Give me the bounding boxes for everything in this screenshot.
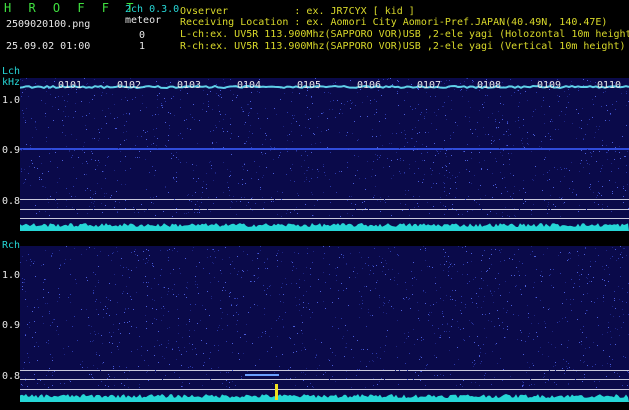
lch-time-0110: 0110 — [597, 80, 622, 91]
rch-label: Rch — [2, 240, 21, 251]
lch-noise-layer — [20, 78, 629, 231]
lch-label: Lch — [2, 66, 21, 77]
rch-tick-0-8: 0.8 — [2, 371, 21, 382]
lch-tick-0-8: 0.8 — [2, 196, 21, 207]
lch-time-0106: 0106 — [357, 80, 382, 91]
location-line: Receiving Location : ex. Aomori City Aom… — [180, 17, 608, 28]
lch-time-0109: 0109 — [537, 80, 562, 91]
lch-tick-0-9: 0.9 — [2, 145, 21, 156]
lch-time-0102: 0102 — [117, 80, 142, 91]
meteor-r-count: 1 — [139, 41, 146, 52]
lch-time-0103: 0103 — [177, 80, 202, 91]
rch-tick-1-0: 1.0 — [2, 270, 21, 281]
lch-time-0107: 0107 — [417, 80, 442, 91]
lch-tick-1-0: 1.0 — [2, 95, 21, 106]
datetime: 25.09.02 01:00 — [6, 41, 91, 52]
lch-time-0104: 0104 — [237, 80, 262, 91]
lch-time-0108: 0108 — [477, 80, 502, 91]
rch-noise-layer — [20, 246, 629, 402]
rch-info-line: R-ch:ex. UV5R 113.900Mhz(SAPPORO VOR)USB… — [180, 41, 626, 52]
lch-time-0105: 0105 — [297, 80, 322, 91]
meteor-label: meteor — [125, 15, 162, 26]
file-name: 2509020100.png — [6, 19, 91, 30]
lch-time-0101: 0101 — [58, 80, 83, 91]
app-name: H R O F F T — [4, 1, 139, 15]
lch-info-line: L-ch:ex. UV5R 113.900Mhz(SAPPORO VOR)USB… — [180, 29, 629, 40]
rch-spectrogram — [20, 246, 629, 402]
version-label: 2ch 0.3.0 — [125, 4, 180, 15]
lch-spectrogram — [20, 78, 629, 231]
rch-tick-0-9: 0.9 — [2, 320, 21, 331]
meteor-l-count: 0 — [139, 30, 146, 41]
observer-line: Ovserver : ex. JR7CYX [ kid ] — [180, 6, 415, 17]
lch-unit: kHz — [2, 77, 21, 88]
